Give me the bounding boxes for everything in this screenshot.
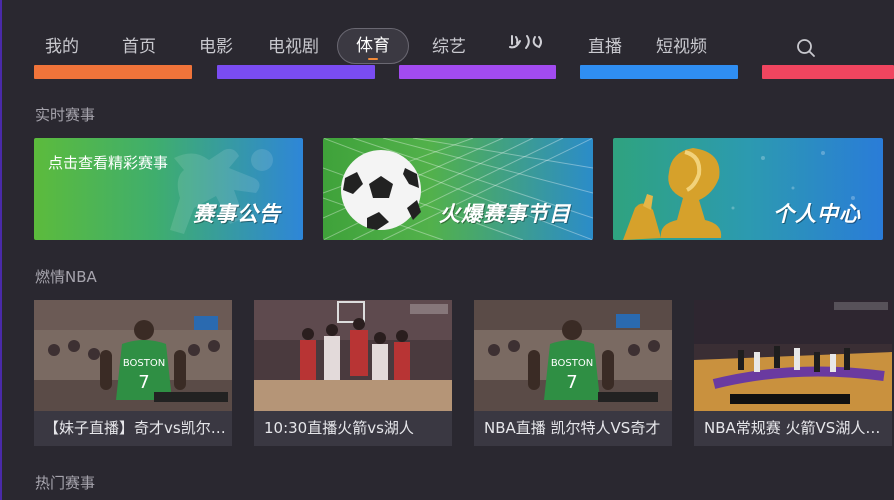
frame-edge [0,0,2,500]
category-color-strip[interactable] [580,65,738,79]
banner-event-notice[interactable]: 点击查看精彩赛事 赛事公告 [34,138,303,240]
category-color-strip[interactable] [762,65,894,79]
active-indicator [368,58,378,60]
video-thumbnail: BOSTON 7 [474,300,672,411]
video-caption: NBA直播 凯尔特人VS奇才 [474,411,672,446]
tab-sports-label: 体育 [356,36,390,56]
section-title-hot: 热门赛事 [35,474,96,492]
svg-text:7: 7 [566,372,577,393]
video-card[interactable]: BOSTON 7 【妹子直播】奇才vs凯尔特人 [34,300,232,446]
tab-movies[interactable]: 电影 [199,30,233,64]
tab-sports[interactable]: 体育 [337,28,409,64]
tab-tv-series[interactable]: 电视剧 [268,30,319,64]
search-icon[interactable] [796,38,816,58]
top-nav: 我的 首页 电影 电视剧 体育 综艺 直播 短视频 [0,28,894,68]
banner-label: 火爆赛事节目 [439,202,571,226]
video-caption: 10:30直播火箭vs湖人 [254,411,452,446]
svg-text:BOSTON: BOSTON [551,358,593,369]
category-color-strip[interactable] [217,65,375,79]
tab-mine[interactable]: 我的 [45,30,79,64]
banner-label: 个人中心 [773,202,861,226]
tab-kids[interactable] [509,30,549,64]
banner-label: 赛事公告 [193,202,281,226]
video-card[interactable]: NBA常规赛 火箭VS湖人第四节 [694,300,892,446]
kids-logo [509,35,549,56]
svg-text:7: 7 [138,372,149,393]
banner-hot-programs[interactable]: 火爆赛事节目 [323,138,593,240]
banner-personal-center[interactable]: 个人中心 [613,138,883,240]
tab-variety[interactable]: 综艺 [432,30,466,64]
tab-short-video[interactable]: 短视频 [656,30,707,64]
video-thumbnail: BOSTON 7 [34,300,232,411]
video-caption: NBA常规赛 火箭VS湖人第四节 [694,411,892,446]
category-color-strip[interactable] [34,65,192,79]
video-caption: 【妹子直播】奇才vs凯尔特人 [34,411,232,446]
section-title-nba: 燃情NBA [35,268,97,286]
svg-text:BOSTON: BOSTON [123,358,165,369]
video-thumbnail [694,300,892,411]
category-color-strip[interactable] [399,65,556,79]
video-card[interactable]: 10:30直播火箭vs湖人 [254,300,452,446]
tab-home[interactable]: 首页 [122,30,156,64]
video-card[interactable]: BOSTON 7 NBA直播 凯尔特人VS奇才 [474,300,672,446]
section-title-live: 实时赛事 [35,106,96,124]
banner-subtitle: 点击查看精彩赛事 [48,154,169,172]
video-thumbnail [254,300,452,411]
tab-live[interactable]: 直播 [588,30,622,64]
